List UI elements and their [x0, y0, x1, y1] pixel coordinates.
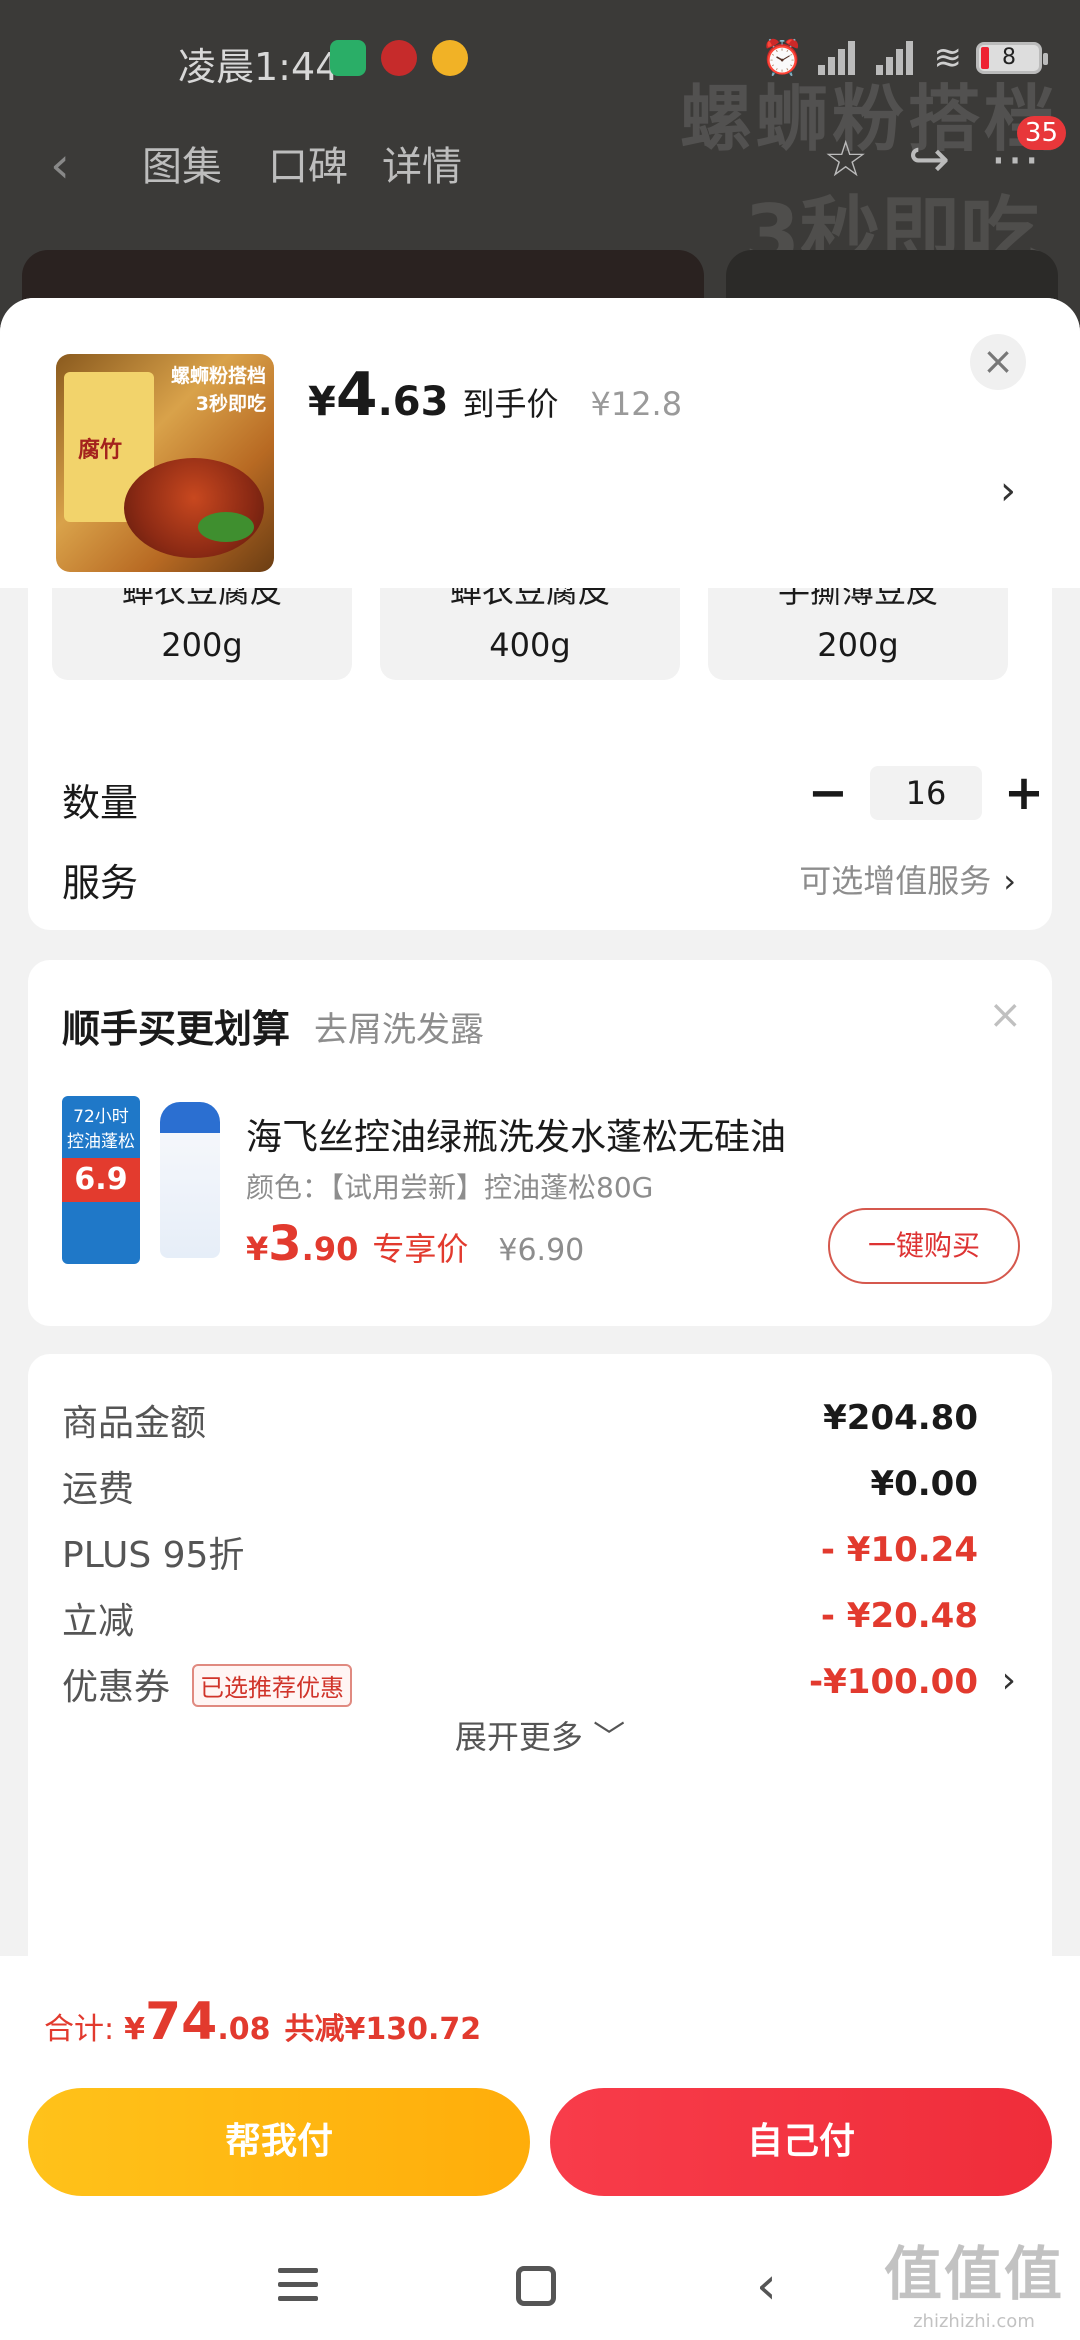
upsell-card: 顺手买更划算 去屑洗发露 × 72小时 控油蓬松 6.9 海飞丝控油绿瓶洗发水蓬… — [28, 960, 1052, 1326]
service-label: 服务 — [62, 861, 139, 905]
spec-option[interactable]: 蝉衣豆腐皮 400g — [380, 588, 680, 680]
promo-price-tag: 6.9 — [62, 1158, 140, 1202]
nav-actions: ☆ ↪ ⋯ — [823, 130, 1040, 188]
upsell-price-label: 专享价 — [372, 1230, 469, 1268]
signal-icon — [817, 41, 862, 75]
original-price: ¥12.8 — [590, 385, 683, 423]
plus-button[interactable]: + — [994, 766, 1054, 820]
coupon-row[interactable]: 优惠券 已选推荐优惠 -¥100.00 — [62, 1658, 978, 1708]
chevron-right-icon: › — [1003, 862, 1016, 900]
bank-app-icon — [381, 40, 417, 76]
battery-icon: 8 — [976, 42, 1048, 74]
checkout-bar: 合计: ¥ 74 .08 共减¥130.72 帮我付 自己付 ‹ 值值值 zhi… — [0, 1956, 1080, 2340]
status-time: 凌晨1:44 — [178, 45, 340, 89]
product-nav-bar: ‹ 图集 口碑 详情 ☆ ↪ ⋯ 35 — [0, 116, 1080, 200]
wifi-icon: ≋ — [933, 38, 963, 78]
minus-button[interactable]: − — [798, 766, 858, 820]
background-product-page: 螺蛳粉搭档 3秒即吃 凌晨1:44 ⏰ ≋ 8 ‹ 图集 口碑 详情 ☆ ↪ ⋯… — [0, 0, 1080, 340]
summary-row: PLUS 95折 - ¥10.24 — [62, 1530, 978, 1576]
cart-count-badge: 35 — [1016, 116, 1066, 150]
leaf-image — [198, 512, 254, 542]
weibo-icon — [432, 40, 468, 76]
upsell-product-name[interactable]: 海飞丝控油绿瓶洗发水蓬松无硅油 — [246, 1108, 786, 1160]
summary-row: 运费 ¥0.00 — [62, 1464, 978, 1510]
pay-self-button[interactable]: 自己付 — [550, 2088, 1052, 2196]
tab-gallery[interactable]: 图集 — [142, 134, 222, 192]
total-amount: 合计: ¥ 74 .08 共减¥130.72 — [44, 1992, 482, 2052]
summary-row: 立减 - ¥20.48 — [62, 1596, 978, 1642]
total-saved: 共减¥130.72 — [284, 2012, 482, 2047]
sheet-header: 腐竹 螺蛳粉搭档 3秒即吃 ¥ 4 .63 到手价 ¥12.8 × › — [0, 298, 1080, 588]
favorite-star-icon[interactable]: ☆ — [823, 130, 868, 188]
upsell-title: 顺手买更划算 — [62, 1007, 291, 1051]
one-click-buy-button[interactable]: 一键购买 — [828, 1208, 1020, 1284]
close-icon[interactable]: × — [970, 334, 1026, 390]
coupon-badge: 已选推荐优惠 — [192, 1664, 352, 1707]
noodle-bowl-image — [124, 458, 264, 558]
spec-option[interactable]: 蝉衣豆腐皮 200g — [52, 588, 352, 680]
spec-panel: 蝉衣豆腐皮 200g 蝉衣豆腐皮 400g 手撕薄豆皮 200g 数量 − 16 + … — [28, 588, 1052, 930]
upsell-original-price: ¥6.90 — [498, 1233, 585, 1268]
status-icons: ⏰ ≋ 8 — [761, 38, 1048, 78]
back-arrow-icon[interactable]: ‹ — [50, 136, 70, 194]
back-icon[interactable]: ‹ — [756, 2256, 777, 2316]
final-price-label: 到手价 — [462, 385, 559, 423]
upsell-price: ¥ 3 .90 专享价 ¥6.90 — [246, 1216, 585, 1272]
product-thumbnail[interactable]: 腐竹 螺蛳粉搭档 3秒即吃 — [56, 354, 274, 572]
alarm-icon: ⏰ — [761, 38, 804, 78]
status-bar: 凌晨1:44 ⏰ ≋ 8 — [0, 0, 1080, 120]
tab-details[interactable]: 详情 — [382, 134, 462, 192]
close-icon[interactable]: × — [988, 992, 1022, 1038]
quantity-input[interactable]: 16 — [870, 766, 982, 820]
tab-reviews[interactable]: 口碑 — [268, 134, 348, 192]
wechat-icon — [330, 40, 366, 76]
expand-more-button[interactable]: 展开更多 ﹀ — [28, 1712, 1052, 1758]
product-thumb-tag: 螺蛳粉搭档 3秒即吃 — [170, 365, 266, 415]
upsell-product-image[interactable]: 72小时 控油蓬松 6.9 — [62, 1096, 234, 1264]
summary-row: 商品金额 ¥204.80 — [62, 1398, 978, 1444]
shampoo-bottle-image — [160, 1102, 220, 1258]
home-icon[interactable] — [516, 2266, 556, 2306]
spec-option[interactable]: 手撕薄豆皮 200g — [708, 588, 1008, 680]
chevron-right-icon[interactable]: › — [1002, 1660, 1016, 1701]
quantity-stepper: − 16 + — [798, 766, 1054, 820]
menu-icon[interactable] — [278, 2268, 318, 2310]
upsell-product-spec: 颜色：【试用尝新】控油蓬松80G — [246, 1171, 654, 1204]
signal-icon-2 — [875, 41, 920, 75]
upsell-subtitle: 去屑洗发露 — [314, 1010, 484, 1050]
final-price: ¥ 4 .63 到手价 ¥12.8 — [308, 360, 683, 430]
service-selector[interactable]: 可选增值服务 › — [799, 856, 1016, 902]
quantity-label: 数量 — [62, 781, 139, 825]
watermark: 值值值 zhizhizhi.com — [883, 2240, 1064, 2332]
pay-for-me-button[interactable]: 帮我付 — [28, 2088, 530, 2196]
chevron-right-icon[interactable]: › — [1000, 468, 1016, 514]
share-icon[interactable]: ↪ — [908, 130, 950, 188]
